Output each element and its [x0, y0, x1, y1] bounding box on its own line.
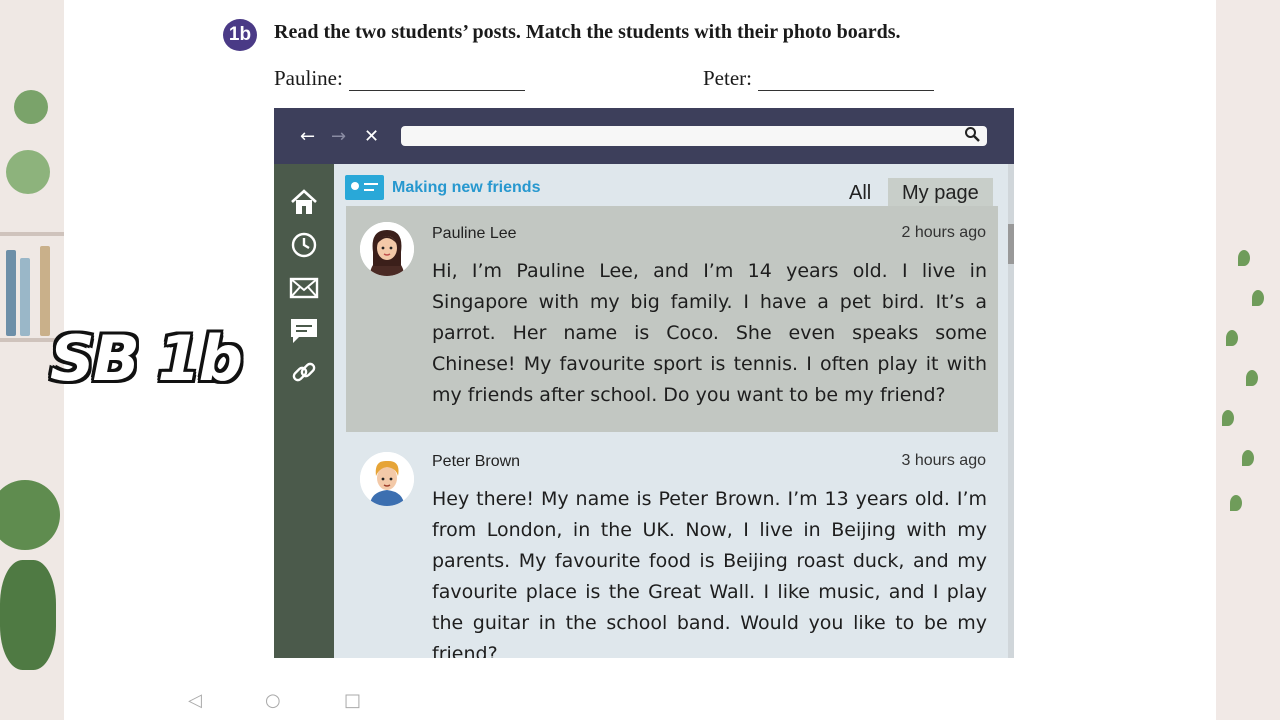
book-decor [6, 250, 16, 336]
post-body: Hi, I’m Pauline Lee, and I’m 14 years ol… [432, 260, 987, 406]
post-author[interactable]: Peter Brown [432, 453, 520, 471]
sidebar [274, 164, 334, 658]
post-time: 3 hours ago [901, 452, 986, 469]
home-icon[interactable] [288, 186, 320, 218]
answer-blank[interactable] [757, 68, 934, 91]
group-title[interactable]: Making new friends [392, 179, 540, 197]
answer-blank[interactable] [348, 68, 525, 91]
post-card[interactable]: Pauline Lee 2 hours ago Hi, I’m Pauline … [346, 206, 998, 432]
leaf-decor [1226, 330, 1238, 346]
right-decor-panel [1216, 0, 1280, 720]
leaf-decor [1222, 410, 1234, 426]
avatar [360, 222, 414, 276]
answer-label: Pauline: [274, 66, 343, 90]
plant-decor [0, 480, 60, 550]
leaf-decor [1252, 290, 1264, 306]
leaf-decor [1246, 370, 1258, 386]
system-home-button[interactable]: ○ [265, 690, 281, 711]
post-card[interactable]: Peter Brown 3 hours ago Hey there! My na… [346, 434, 998, 658]
post-time: 2 hours ago [901, 224, 986, 241]
scrollbar-thumb[interactable] [1008, 224, 1014, 264]
plant-decor [14, 90, 48, 124]
tab-all[interactable]: All [849, 182, 871, 205]
plant-decor [0, 560, 56, 670]
book-decor [20, 258, 30, 336]
task-instruction: Read the two students’ posts. Match the … [274, 21, 901, 43]
overlay-label: SB 1b [50, 322, 243, 395]
search-icon[interactable] [964, 126, 980, 146]
book-decor [40, 246, 50, 336]
close-icon[interactable]: ✕ [364, 126, 379, 147]
system-back-button[interactable]: ◁ [188, 690, 202, 711]
post-body: Hey there! My name is Peter Brown. I’m 1… [432, 488, 987, 658]
mail-icon[interactable] [288, 272, 320, 304]
forward-arrow-icon[interactable]: → [331, 126, 346, 147]
avatar [360, 452, 414, 506]
back-arrow-icon[interactable]: ← [300, 126, 315, 147]
group-icon [345, 175, 384, 200]
address-bar[interactable] [401, 126, 987, 146]
answer-label: Peter: [703, 66, 752, 90]
plant-decor [6, 150, 50, 194]
leaf-decor [1238, 250, 1250, 266]
browser-window: ← → ✕ Making new friends All My page Pau… [274, 108, 1014, 658]
chat-icon[interactable] [288, 315, 320, 347]
task-badge: 1b [223, 19, 257, 51]
post-author[interactable]: Pauline Lee [432, 225, 517, 243]
answer-peter: Peter: [703, 66, 934, 91]
system-recents-button[interactable]: □ [344, 690, 361, 711]
tab-my-page[interactable]: My page [888, 178, 993, 209]
leaf-decor [1230, 495, 1242, 511]
browser-toolbar: ← → ✕ [274, 108, 1014, 164]
link-icon[interactable] [288, 356, 320, 388]
shelf-decor [0, 232, 64, 236]
answer-pauline: Pauline: [274, 66, 525, 91]
clock-icon[interactable] [288, 229, 320, 261]
feed-content: Making new friends All My page Pauline L… [334, 164, 1014, 658]
leaf-decor [1242, 450, 1254, 466]
